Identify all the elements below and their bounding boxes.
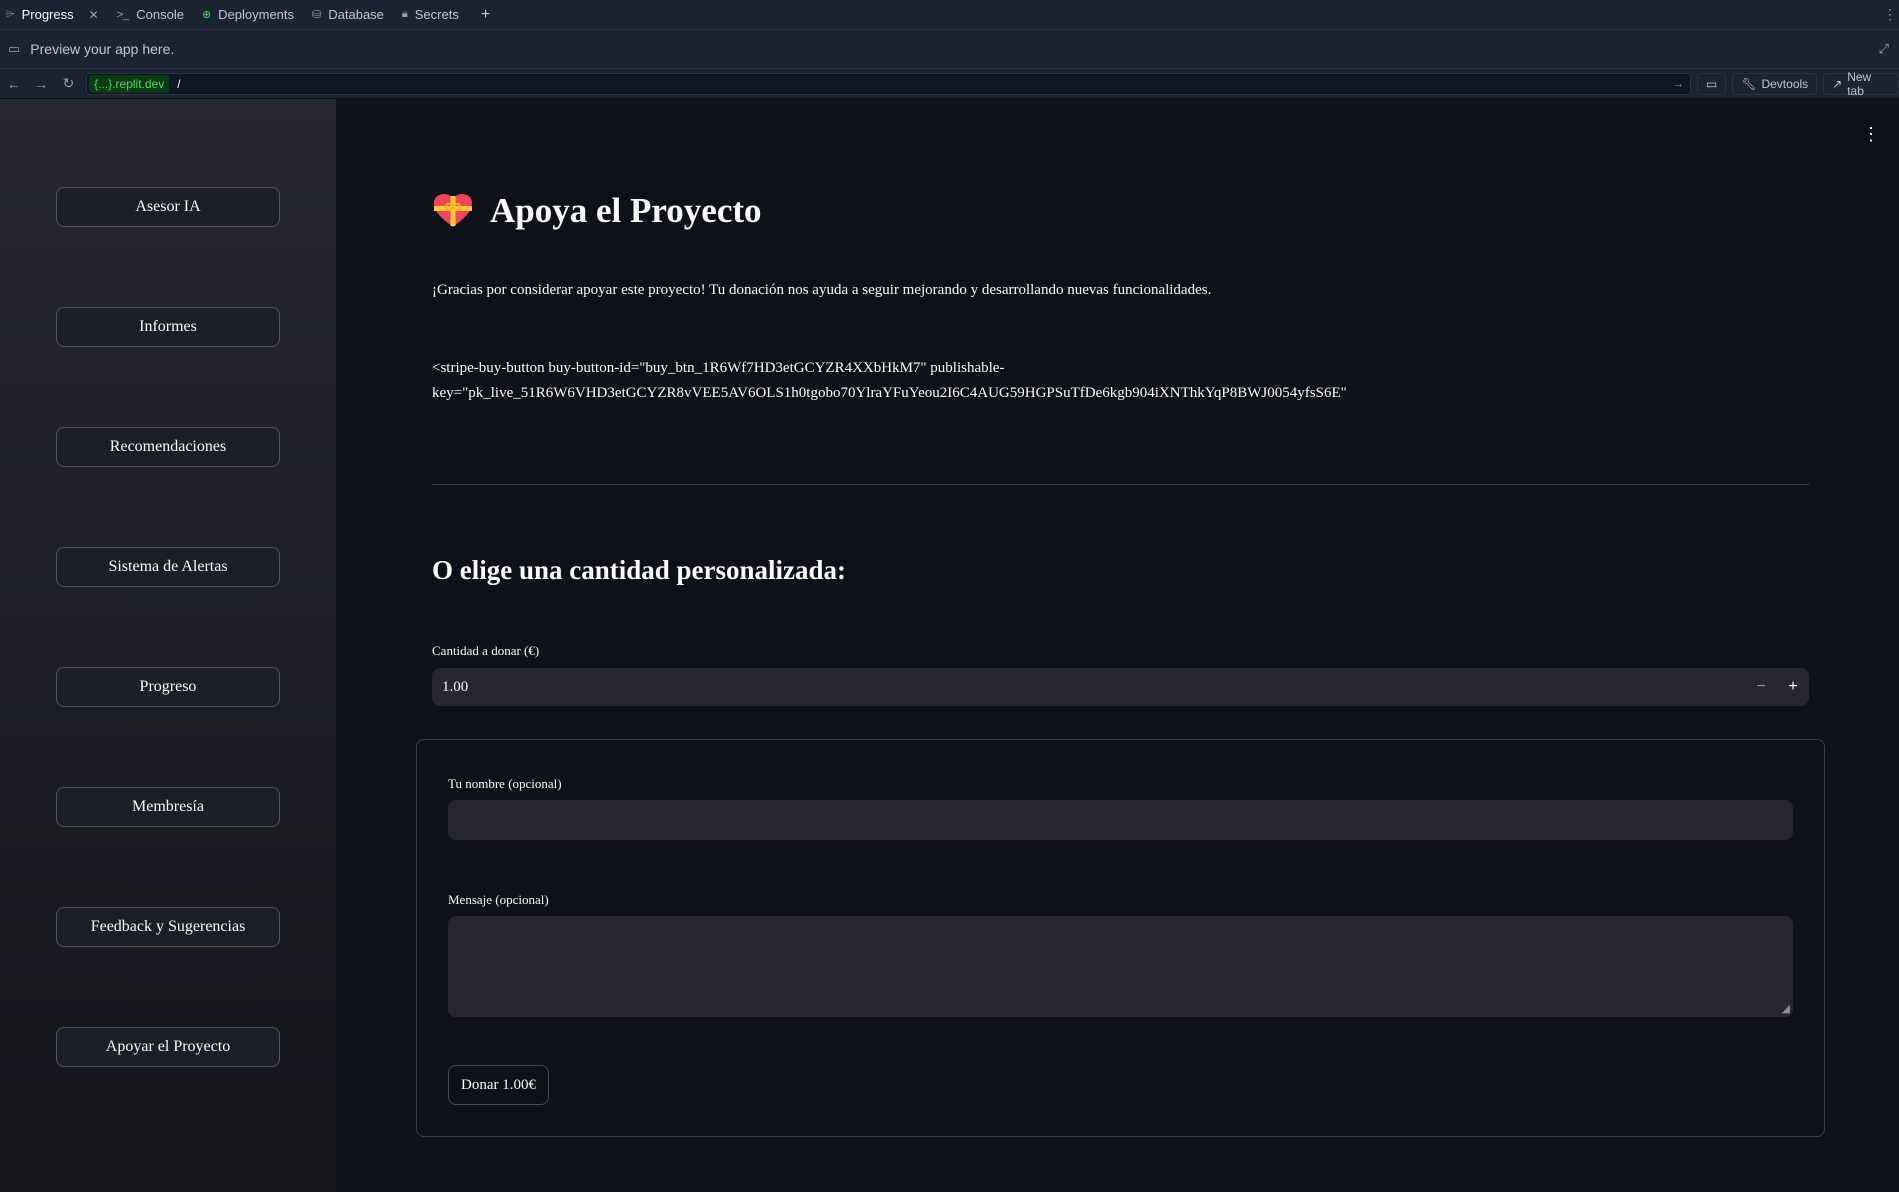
url-field[interactable]: {...}.replit.dev / →	[86, 72, 1691, 95]
reload-icon[interactable]: ↻	[55, 75, 82, 92]
intro-text: ¡Gracias por considerar apoyar este proy…	[432, 282, 1212, 298]
code-line: key="pk_live_51R6W6VHD3etGCYZR8vVEE5AV6O…	[432, 385, 1347, 401]
expand-icon[interactable]: ⤢	[1879, 41, 1889, 57]
name-input[interactable]	[448, 800, 1793, 840]
sidebar-item-asesor-ia[interactable]: Asesor IA	[56, 187, 280, 227]
wrench-icon: 🔧︎	[1741, 76, 1757, 91]
new-tab-button[interactable]: ↗ New tab	[1823, 69, 1899, 98]
deployments-icon: ⊕	[201, 9, 212, 21]
preview-text: Preview your app here.	[30, 41, 175, 57]
sidebar-item-recomendaciones[interactable]: Recomendaciones	[56, 427, 280, 467]
add-tab-icon[interactable]: +	[481, 6, 490, 24]
more-options-icon[interactable]: ⋮	[1883, 6, 1897, 23]
lock-icon: 🔒︎	[401, 8, 408, 20]
external-link-icon: ↗	[1832, 76, 1843, 91]
sidebar-item-membresia[interactable]: Membresía	[56, 787, 280, 827]
monitor-icon: ▭	[8, 41, 21, 56]
tab-label: Deployments	[218, 7, 295, 22]
sidebar-item-apoyar-proyecto[interactable]: Apoyar el Proyecto	[56, 1027, 280, 1067]
url-path[interactable]: /	[177, 77, 180, 91]
donate-button[interactable]: Donar 1.00€	[448, 1065, 549, 1105]
resize-handle-icon[interactable]: ◢	[1782, 1002, 1790, 1015]
message-label: Mensaje (opcional)	[448, 892, 549, 907]
tab-progress[interactable]: ⌲ Progress ✕	[0, 0, 111, 29]
go-arrow-icon[interactable]: →	[1673, 78, 1684, 90]
tab-label: Secrets	[414, 7, 459, 22]
tab-deployments[interactable]: ⊕ Deployments	[196, 0, 306, 29]
sidebar-item-sistema-de-alertas[interactable]: Sistema de Alertas	[56, 547, 280, 587]
close-icon[interactable]: ✕	[89, 8, 99, 22]
page-title: Apoya el Proyecto	[432, 186, 762, 236]
name-label: Tu nombre (opcional)	[448, 776, 562, 791]
amount-stepper: − +	[1745, 668, 1809, 706]
tab-secrets[interactable]: 🔒︎ Secrets	[396, 0, 471, 29]
tab-database[interactable]: ⛁ Database	[306, 0, 396, 29]
screen-size-button[interactable]: ▭	[1696, 72, 1727, 95]
ide-tab-bar: ⌲ Progress ✕ >_ Console ⊕ Deployments ⛁ …	[0, 0, 1899, 30]
stripe-code-snippet: <stripe-buy-button buy-button-id="buy_bt…	[432, 356, 1432, 406]
amount-number-input[interactable]: 1.00 − +	[432, 668, 1809, 706]
progress-icon: ⌲	[6, 8, 15, 20]
code-line: <stripe-buy-button buy-button-id="buy_bt…	[432, 360, 1005, 376]
minus-icon[interactable]: −	[1745, 668, 1777, 706]
new-tab-label: New tab	[1847, 69, 1872, 98]
amount-label: Cantidad a donar (€)	[432, 643, 540, 658]
sidebar-item-feedback[interactable]: Feedback y Sugerencias	[56, 907, 280, 947]
tab-console[interactable]: >_ Console	[111, 0, 196, 29]
heart-with-ribbon-icon	[434, 194, 472, 227]
back-arrow-icon[interactable]: ←	[0, 76, 27, 92]
page-title-text: Apoya el Proyecto	[490, 191, 762, 230]
message-textarea[interactable]: ◢	[448, 916, 1793, 1017]
forward-arrow-icon[interactable]: →	[27, 76, 54, 92]
tab-label: Database	[328, 7, 384, 22]
tab-label: Progress	[21, 7, 74, 22]
sidebar-item-informes[interactable]: Informes	[56, 307, 280, 347]
devtools-button[interactable]: 🔧︎ Devtools	[1732, 72, 1818, 95]
devtools-label: Devtools	[1761, 76, 1809, 91]
database-icon: ⛁	[312, 9, 322, 21]
section-heading: O elige una cantidad personalizada:	[432, 555, 847, 585]
terminal-icon: >_	[116, 8, 130, 21]
domain-badge: {...}.replit.dev	[89, 74, 170, 93]
preview-bar: ▭ Preview your app here. ⤢	[0, 30, 1899, 69]
plus-icon[interactable]: +	[1777, 668, 1809, 706]
sidebar: Asesor IA Informes Recomendaciones Siste…	[0, 99, 336, 1192]
monitor-icon: ▭	[1705, 76, 1718, 91]
tab-label: Console	[136, 7, 184, 22]
amount-value[interactable]: 1.00	[442, 679, 468, 696]
url-bar: ← → ↻ {...}.replit.dev / → ▭ 🔧︎ Devtools…	[0, 69, 1899, 99]
app-menu-icon[interactable]: ⋮	[1862, 124, 1880, 145]
sidebar-item-progreso[interactable]: Progreso	[56, 667, 280, 707]
divider	[432, 484, 1809, 485]
